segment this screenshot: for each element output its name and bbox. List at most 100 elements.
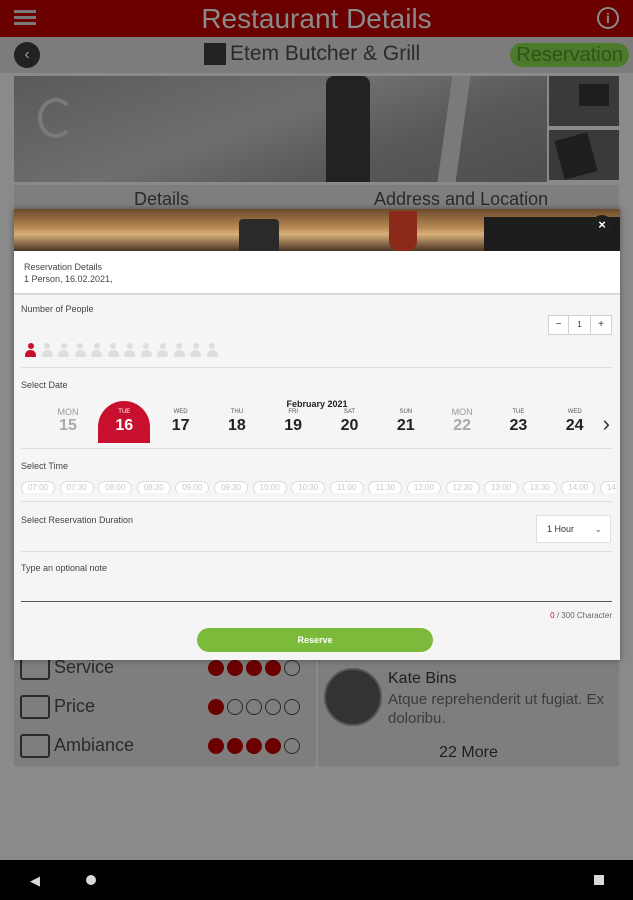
day-number: 20 bbox=[340, 417, 359, 434]
time-slot[interactable]: 13:30 bbox=[522, 481, 557, 493]
calendar-day[interactable]: FRI 19 bbox=[267, 401, 319, 443]
day-number: 19 bbox=[284, 417, 303, 434]
detail-tabs: Details Address and Location bbox=[14, 185, 619, 211]
note-label: Type an optional note bbox=[21, 563, 108, 573]
page-title: Restaurant Details bbox=[201, 3, 432, 34]
time-slot[interactable]: 13:00 bbox=[484, 481, 519, 493]
summary-title: Reservation Details bbox=[24, 262, 103, 272]
calendar-day[interactable]: SUN 21 bbox=[380, 401, 432, 443]
time-label: Select Time bbox=[21, 461, 69, 471]
calendar-day[interactable]: THU 18 bbox=[211, 401, 263, 443]
calendar-day[interactable]: MON 15 bbox=[42, 401, 94, 443]
time-slot[interactable]: 09:30 bbox=[213, 481, 248, 493]
review-text: Atque reprehenderit ut fugiat. Ex dolori… bbox=[388, 691, 604, 727]
person-icon[interactable] bbox=[173, 343, 186, 357]
modal-header-image bbox=[14, 209, 620, 251]
rating-dots bbox=[208, 699, 303, 720]
time-slot[interactable]: 07:30 bbox=[59, 481, 94, 493]
back-arrow-icon[interactable]: ‹ bbox=[14, 42, 40, 68]
rating-dot bbox=[284, 660, 300, 676]
day-name: TUE bbox=[118, 409, 131, 415]
system-nav-bar: ◀ bbox=[0, 860, 633, 900]
tab-address[interactable]: Address and Location bbox=[374, 189, 548, 210]
person-icon[interactable] bbox=[57, 343, 70, 357]
person-icon[interactable] bbox=[140, 343, 153, 357]
info-icon[interactable]: i bbox=[597, 7, 619, 29]
calendar-day[interactable]: WED 17 bbox=[155, 401, 207, 443]
rating-dot bbox=[208, 738, 224, 754]
date-strip: MON 15 TUE 16 WED 17 THU 18 FRI 19 SAT 20 SUN 21 MON 22… bbox=[42, 401, 602, 443]
ratings-panel: Service Price Ambiance bbox=[14, 656, 316, 766]
avatar bbox=[324, 668, 382, 726]
calendar-day[interactable]: MON 22 bbox=[436, 401, 488, 443]
rating-label: Service bbox=[54, 657, 115, 677]
day-name: SAT bbox=[343, 409, 356, 415]
day-name: MON bbox=[451, 407, 473, 417]
gallery-thumbnail[interactable] bbox=[549, 76, 619, 126]
time-slot[interactable]: 14:00 bbox=[561, 481, 596, 493]
rating-dot bbox=[227, 699, 243, 715]
person-icon[interactable] bbox=[24, 343, 37, 357]
time-slot[interactable]: 09:00 bbox=[175, 481, 210, 493]
rating-row-ambiance: Ambiance bbox=[18, 732, 314, 762]
person-icon[interactable] bbox=[90, 343, 103, 357]
reviewer-name: Kate Bins bbox=[388, 670, 457, 687]
close-icon[interactable]: × bbox=[592, 215, 612, 235]
person-icon[interactable] bbox=[41, 343, 54, 357]
day-number: 24 bbox=[565, 417, 584, 434]
reserve-button[interactable]: Reserve bbox=[197, 628, 433, 652]
day-number: 18 bbox=[227, 417, 246, 434]
time-slot[interactable]: 08:30 bbox=[136, 481, 171, 493]
person-icon[interactable] bbox=[74, 343, 87, 357]
calendar-day[interactable]: WED 24 bbox=[549, 401, 601, 443]
people-label: Number of People bbox=[21, 304, 94, 314]
increment-button[interactable]: + bbox=[591, 316, 611, 334]
reservation-summary: Reservation Details 1 Person, 16.02.2021… bbox=[14, 251, 620, 295]
more-reviews-link[interactable]: 22 More bbox=[318, 744, 619, 762]
recents-square-icon[interactable] bbox=[594, 875, 604, 885]
day-number: 23 bbox=[509, 417, 528, 434]
person-icon[interactable] bbox=[107, 343, 120, 357]
time-slot[interactable]: 14:30 bbox=[599, 481, 616, 493]
time-slot[interactable]: 12:00 bbox=[406, 481, 441, 493]
back-triangle-icon[interactable]: ◀ bbox=[30, 873, 40, 889]
decrement-button[interactable]: − bbox=[549, 316, 569, 334]
divider bbox=[21, 367, 612, 368]
quantity-stepper: − 1 + bbox=[548, 315, 612, 335]
reservation-button[interactable]: Reservation bbox=[510, 43, 629, 67]
day-name: SUN bbox=[399, 409, 413, 415]
time-slot[interactable]: 08:00 bbox=[98, 481, 133, 493]
person-icon[interactable] bbox=[156, 343, 169, 357]
restaurant-hero-image[interactable] bbox=[14, 76, 547, 182]
rating-dot bbox=[284, 738, 300, 754]
rating-label: Ambiance bbox=[54, 735, 135, 755]
time-slot[interactable]: 10:00 bbox=[252, 481, 287, 493]
day-number: 15 bbox=[59, 417, 77, 434]
time-slot[interactable]: 11:00 bbox=[329, 481, 364, 493]
time-slot[interactable]: 10:30 bbox=[291, 481, 326, 493]
note-input[interactable] bbox=[21, 601, 612, 602]
home-circle-icon[interactable] bbox=[86, 875, 96, 885]
ambiance-icon bbox=[20, 734, 50, 758]
time-slot[interactable]: 11:30 bbox=[368, 481, 403, 493]
day-name: WED bbox=[173, 409, 188, 415]
chevron-right-icon[interactable]: › bbox=[603, 413, 610, 435]
tab-details[interactable]: Details bbox=[134, 189, 189, 210]
reservation-modal: × Reservation Details 1 Person, 16.02.20… bbox=[14, 209, 620, 660]
time-slot[interactable]: 07:00 bbox=[21, 481, 55, 493]
calendar-day[interactable]: SAT 20 bbox=[324, 401, 376, 443]
gallery-thumbnail[interactable] bbox=[549, 130, 619, 180]
rating-dots bbox=[208, 738, 303, 759]
rating-row-price: Price bbox=[18, 693, 314, 723]
duration-select[interactable]: 1 Hour ⌄ bbox=[536, 515, 611, 543]
rating-dot bbox=[246, 699, 262, 715]
day-number: 22 bbox=[453, 417, 471, 434]
time-slot[interactable]: 12:30 bbox=[445, 481, 480, 493]
app-header: Restaurant Details i bbox=[0, 0, 633, 37]
calendar-day[interactable]: TUE 23 bbox=[492, 401, 544, 443]
person-icon[interactable] bbox=[123, 343, 136, 357]
person-icon[interactable] bbox=[206, 343, 219, 357]
calendar-day[interactable]: TUE 16 bbox=[98, 401, 151, 443]
person-icon[interactable] bbox=[189, 343, 202, 357]
people-count: 1 bbox=[569, 316, 591, 334]
